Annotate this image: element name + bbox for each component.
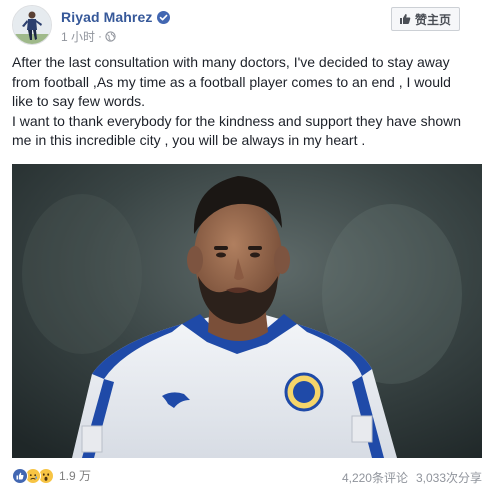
author-name[interactable]: Riyad Mahrez xyxy=(61,9,152,25)
post-timestamp[interactable]: 1 小时 xyxy=(61,28,95,45)
share-count[interactable]: 3,033次分享 xyxy=(416,469,482,486)
post-paragraph: After the last consultation with many do… xyxy=(12,54,451,109)
globe-icon[interactable] xyxy=(105,30,116,42)
post-footer: 1.9 万 4,220条评论 3,033次分享 xyxy=(12,464,484,488)
like-reaction-icon xyxy=(12,468,28,484)
like-page-label: 赞主页 xyxy=(414,12,451,27)
thumbs-up-icon xyxy=(399,14,411,24)
comment-count[interactable]: 4,220条评论 xyxy=(342,469,408,486)
author-avatar[interactable] xyxy=(12,5,52,45)
reactions-summary[interactable]: 1.9 万 xyxy=(12,468,91,484)
like-page-button[interactable]: 赞主页 xyxy=(390,7,460,31)
post-meta: 1 小时 · xyxy=(61,28,116,45)
post-photo[interactable] xyxy=(12,164,482,458)
engagement-counts: 4,220条评论 3,033次分享 xyxy=(342,469,482,486)
reaction-count[interactable]: 1.9 万 xyxy=(59,468,91,484)
post-body: After the last consultation with many do… xyxy=(12,53,474,151)
post-header: Riyad Mahrez 1 小时 · 赞主页 xyxy=(12,5,472,49)
verified-badge-icon xyxy=(157,10,171,24)
meta-separator: · xyxy=(98,29,103,43)
author-name-row: Riyad Mahrez xyxy=(61,8,171,26)
post-paragraph: I want to thank everybody for the kindne… xyxy=(12,112,462,149)
